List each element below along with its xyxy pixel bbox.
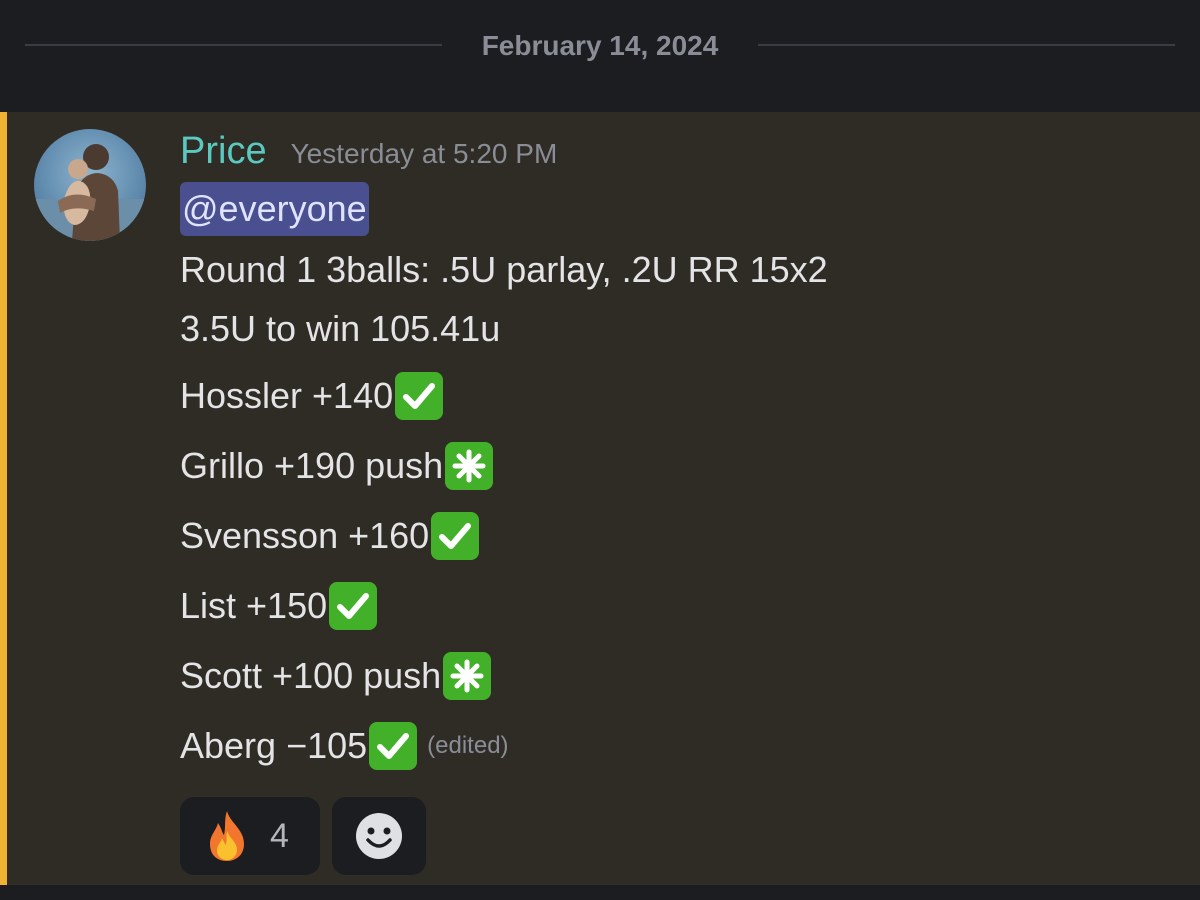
reaction-count: 4	[270, 817, 289, 855]
add-reaction-button[interactable]	[332, 797, 426, 875]
pick-text: Hossler +140	[180, 375, 394, 416]
pick-text: List +150	[180, 585, 328, 626]
pick-line: Aberg −105 (edited)	[180, 722, 509, 770]
add-reaction-smile-icon	[356, 813, 402, 859]
eight-spoked-asterisk-icon	[445, 442, 494, 490]
author-username[interactable]: Price	[180, 128, 267, 174]
pick-line: List +150	[180, 582, 378, 630]
check-mark-icon	[329, 582, 378, 630]
divider-line-left	[25, 44, 442, 46]
check-mark-icon	[369, 722, 418, 770]
pick-line: Svensson +160	[180, 512, 480, 560]
everyone-mention[interactable]: @everyone	[180, 182, 369, 236]
discord-chat-view: February 14, 2024 Price Yesterday at 5:2…	[0, 0, 1200, 900]
mention-highlight-bar	[0, 112, 7, 885]
message-timestamp[interactable]: Yesterday at 5:20 PM	[291, 131, 558, 177]
pick-text: Aberg −105	[180, 725, 368, 766]
pick-line: Hossler +140	[180, 372, 444, 420]
date-divider-text: February 14, 2024	[481, 30, 719, 61]
message-item[interactable]: Price Yesterday at 5:20 PM @everyone Rou…	[0, 112, 1200, 885]
avatar[interactable]	[34, 129, 146, 241]
eight-spoked-asterisk-icon	[443, 652, 492, 700]
message-text-line: Round 1 3balls: .5U parlay, .2U RR 15x2	[180, 249, 828, 290]
message-header: Price Yesterday at 5:20 PM	[180, 128, 557, 174]
divider-line-right	[758, 44, 1175, 46]
pick-text: Scott +100 push	[180, 655, 442, 696]
check-mark-icon	[395, 372, 444, 420]
date-divider: February 14, 2024	[0, 0, 1200, 112]
check-mark-icon	[431, 512, 480, 560]
pick-text: Svensson +160	[180, 515, 430, 556]
pick-line: Scott +100 push	[180, 652, 492, 700]
pick-text: Grillo +190 push	[180, 445, 444, 486]
fire-icon	[210, 811, 244, 861]
pick-line: Grillo +190 push	[180, 442, 494, 490]
edited-label: (edited)	[427, 732, 509, 759]
message-text-line: 3.5U to win 105.41u	[180, 308, 501, 349]
fire-reaction-button[interactable]: 4	[180, 797, 320, 875]
